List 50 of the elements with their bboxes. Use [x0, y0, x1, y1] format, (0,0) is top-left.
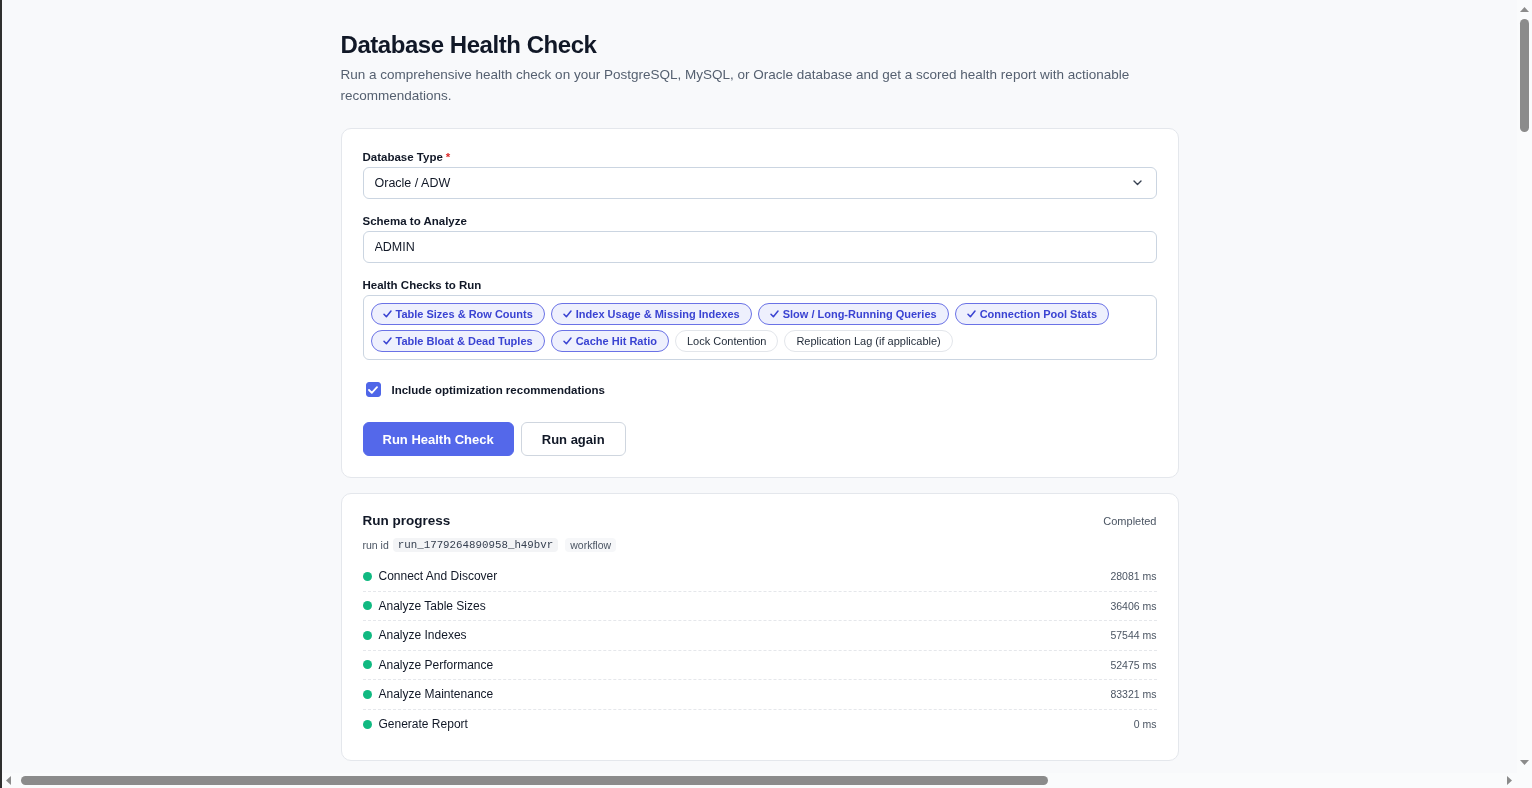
check-icon — [562, 337, 572, 345]
vertical-scrollbar-thumb[interactable] — [1520, 19, 1529, 132]
workflow-tag: workflow — [565, 538, 617, 552]
field-label: Health Checks to Run — [362, 278, 482, 292]
run-health-check-button[interactable]: Run Health Check — [362, 422, 514, 456]
check-icon — [382, 310, 392, 318]
checkbox[interactable] — [365, 382, 381, 397]
run-progress-title: Run progress — [362, 513, 451, 529]
health-check-chip[interactable]: Table Bloat & Dead Tuples — [370, 330, 545, 352]
check-icon — [382, 337, 392, 345]
health-check-chip[interactable]: Table Sizes & Row Counts — [370, 303, 545, 325]
step-duration: 0 ms — [1133, 718, 1157, 731]
database-type-select[interactable]: Oracle / ADW — [362, 167, 1157, 199]
step-duration: 52475 ms — [1110, 658, 1157, 671]
required-mark: * — [445, 150, 451, 164]
health-check-chip[interactable]: Slow / Long-Running Queries — [757, 303, 949, 325]
step-name: Analyze Performance — [378, 657, 494, 672]
step-duration: 83321 ms — [1110, 688, 1157, 701]
check-icon — [769, 310, 779, 318]
scroll-down-icon[interactable] — [1520, 760, 1529, 765]
checkbox-label: Include optimization recommendations — [391, 383, 605, 396]
field-label: Database Type — [362, 150, 443, 164]
schema-input[interactable]: ADMIN — [362, 231, 1157, 263]
run-id-code: run_1779264890958_h49bvr — [392, 538, 559, 552]
scroll-up-icon[interactable] — [1520, 7, 1529, 12]
scroll-right-icon[interactable] — [1507, 776, 1512, 785]
run-id-label: run id — [362, 539, 389, 551]
health-check-chip[interactable]: Index Usage & Missing Indexes — [550, 303, 752, 325]
step-duration: 36406 ms — [1110, 599, 1157, 612]
health-check-chip[interactable]: Cache Hit Ratio — [550, 330, 669, 352]
run-again-button[interactable]: Run again — [520, 422, 626, 456]
horizontal-scrollbar-thumb[interactable] — [21, 776, 1048, 785]
step-name: Analyze Table Sizes — [378, 598, 486, 613]
check-icon — [562, 310, 572, 318]
step-duration: 57544 ms — [1110, 629, 1157, 642]
page-title: Database Health Check — [340, 30, 598, 59]
health-check-chip[interactable]: Replication Lag (if applicable) — [784, 330, 953, 352]
step-name: Generate Report — [378, 717, 468, 732]
step-name: Analyze Indexes — [378, 628, 467, 643]
health-check-chip[interactable]: Connection Pool Stats — [954, 303, 1109, 325]
health-check-chip[interactable]: Lock Contention — [674, 330, 779, 352]
run-status: Completed — [1103, 515, 1157, 527]
step-duration: 28081 ms — [1110, 570, 1157, 583]
chevron-down-icon — [1132, 180, 1142, 186]
field-label: Schema to Analyze — [362, 214, 467, 228]
scroll-left-icon[interactable] — [6, 776, 11, 785]
page-description: Run a comprehensive health check on your PostgreSQL, MySQL, or Oracle database and get a scored health report with actionable recommendations. — [340, 66, 1131, 105]
step-name: Analyze Maintenance — [378, 687, 494, 702]
check-icon — [966, 310, 976, 318]
step-name: Connect And Discover — [378, 569, 498, 584]
